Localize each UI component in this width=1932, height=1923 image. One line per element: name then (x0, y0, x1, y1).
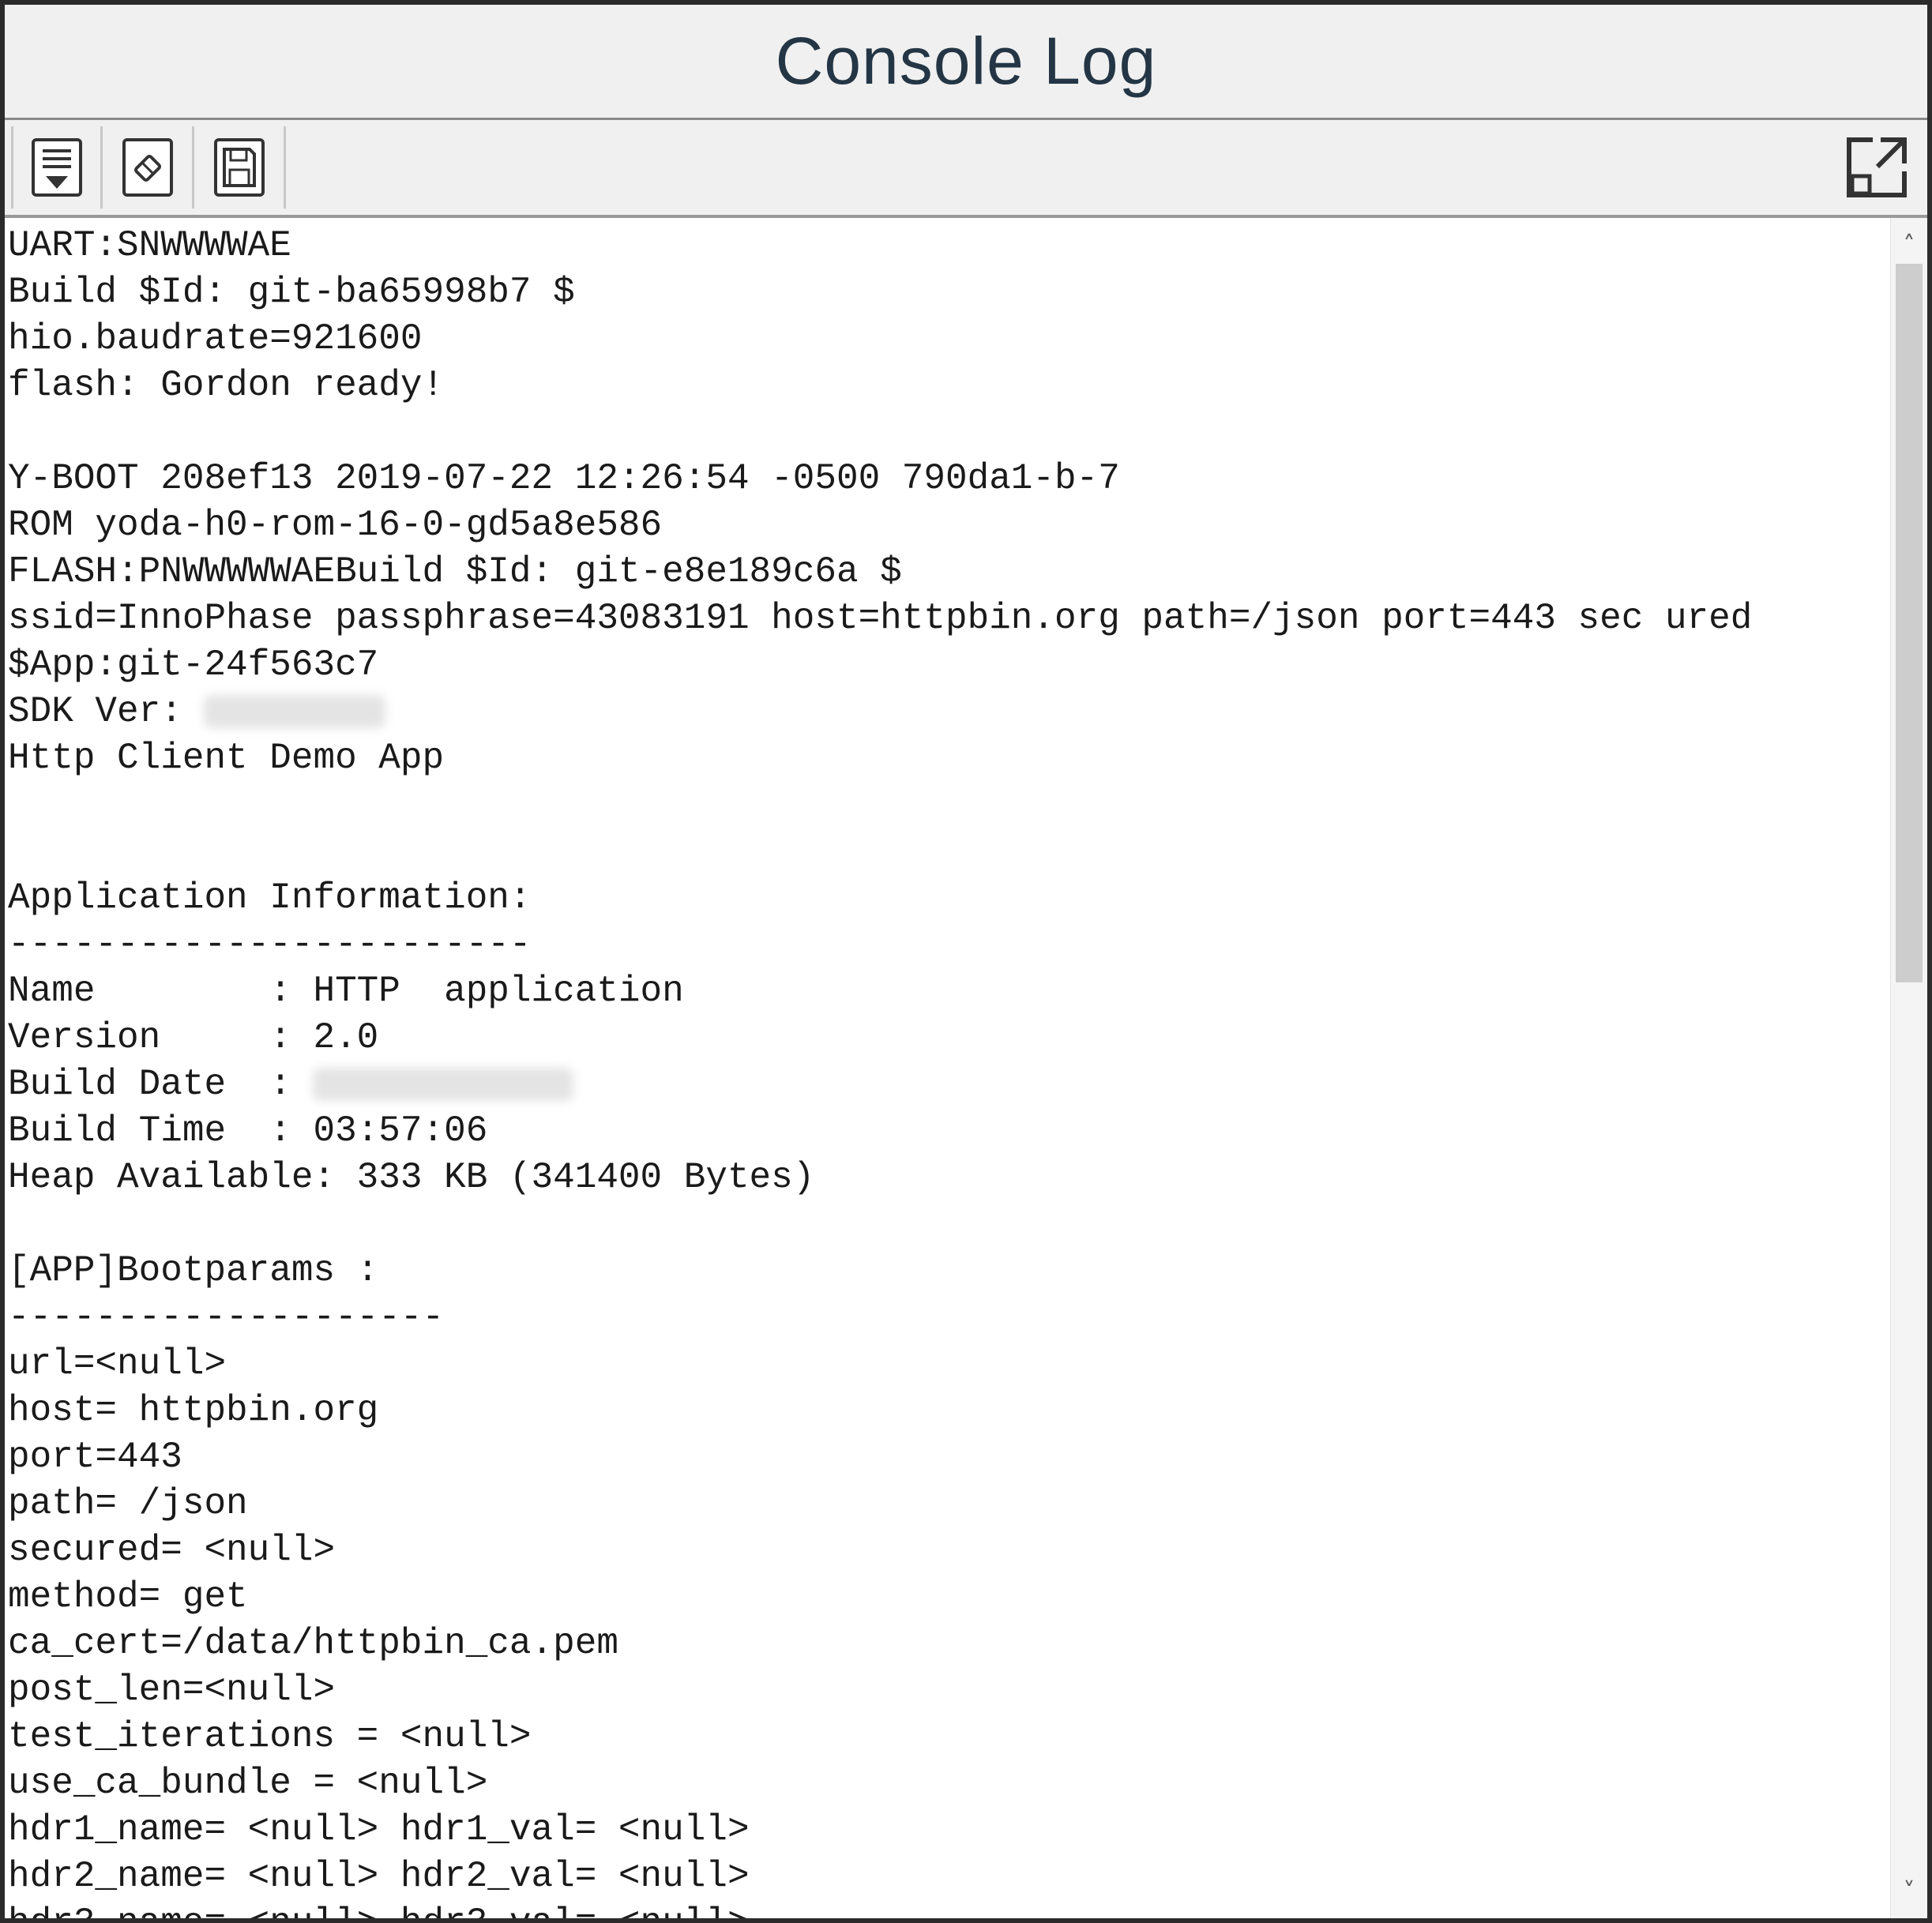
scroll-up-arrow-icon[interactable]: ˄ (1891, 229, 1927, 261)
scroll-down-arrow-icon[interactable]: ˅ (1891, 1876, 1927, 1907)
log-line: path= /json (8, 1483, 248, 1524)
log-line: hio.baudrate=921600 (8, 318, 423, 359)
log-line: Version : 2.0 (8, 1017, 379, 1058)
expand-icon (1844, 135, 1909, 204)
log-line: Http Client Demo App (8, 738, 445, 779)
log-line: hdr2_name= <null> hdr2_val= <null> (8, 1856, 750, 1897)
log-line: Heap Available: 333 KB (341400 Bytes) (8, 1157, 815, 1198)
log-line: [APP]Bootparams : (8, 1250, 379, 1291)
scroll-to-bottom-button[interactable] (11, 126, 103, 208)
redacted-value (313, 1067, 574, 1101)
redacted-value (204, 694, 386, 728)
vertical-scrollbar[interactable]: ˄ ˅ (1890, 218, 1927, 1918)
log-line: Application Information: (8, 877, 532, 918)
scrollbar-thumb[interactable] (1896, 264, 1923, 982)
log-line: SDK Ver: (8, 689, 386, 735)
scroll-to-bottom-icon (29, 137, 85, 198)
log-line: Build Time : 03:57:06 (8, 1110, 488, 1151)
log-line: $App:git-24f563c7 (8, 644, 379, 685)
log-line: secured= <null> (8, 1530, 336, 1571)
log-line: ------------------------ (8, 924, 532, 965)
log-line: test_iterations = <null> (8, 1716, 532, 1757)
log-line: hdr3_name= <null> hdr3_val= <null> (8, 1900, 750, 1918)
log-line: method= get (8, 1576, 248, 1617)
log-line: Build Date : (8, 1061, 574, 1108)
log-line: port=443 (8, 1437, 182, 1478)
toolbar-button-group (11, 126, 286, 208)
log-line: ca_cert=/data/httpbin_ca.pem (8, 1623, 618, 1664)
expand-button[interactable] (1839, 131, 1915, 207)
log-line: url=<null> (8, 1343, 227, 1384)
log-line: FLASH:PNWWWWWAEBuild $Id: git-e8e189c6a … (8, 551, 902, 592)
eraser-icon (120, 137, 175, 198)
log-line: Build $Id: git-ba65998b7 $ (8, 272, 575, 313)
log-line: post_len=<null> (8, 1669, 336, 1711)
log-line: use_ca_bundle = <null> (8, 1763, 488, 1804)
console-log-window: Console Log UART:SNWWWWAE Build $Id: git… (0, 0, 1932, 1923)
log-line: host= httpbin.org (8, 1390, 379, 1431)
log-line: ROM yoda-h0-rom-16-0-gd5a8e586 (8, 505, 663, 546)
title-bar: Console Log (5, 5, 1927, 120)
log-output[interactable]: UART:SNWWWWAE Build $Id: git-ba65998b7 $ h… (5, 218, 1891, 1918)
window-title: Console Log (775, 24, 1157, 98)
log-line: hdr1_name= <null> hdr1_val= <null> (8, 1809, 750, 1850)
log-line: Y-BOOT 208ef13 2019-07-22 12:26:54 -0500… (8, 458, 1120, 499)
log-line: UART:SNWWWWAE (8, 225, 291, 266)
log-line: flash: Gordon ready! (8, 365, 445, 406)
clear-log-button[interactable] (103, 126, 194, 208)
log-line: -------------------- (8, 1297, 445, 1338)
save-icon (212, 137, 267, 198)
log-line: ssid=InnoPhase passphrase=43083191 host=… (8, 598, 1753, 639)
log-line: Name : HTTP application (8, 971, 684, 1012)
toolbar (5, 120, 1927, 218)
save-log-button[interactable] (194, 126, 286, 208)
